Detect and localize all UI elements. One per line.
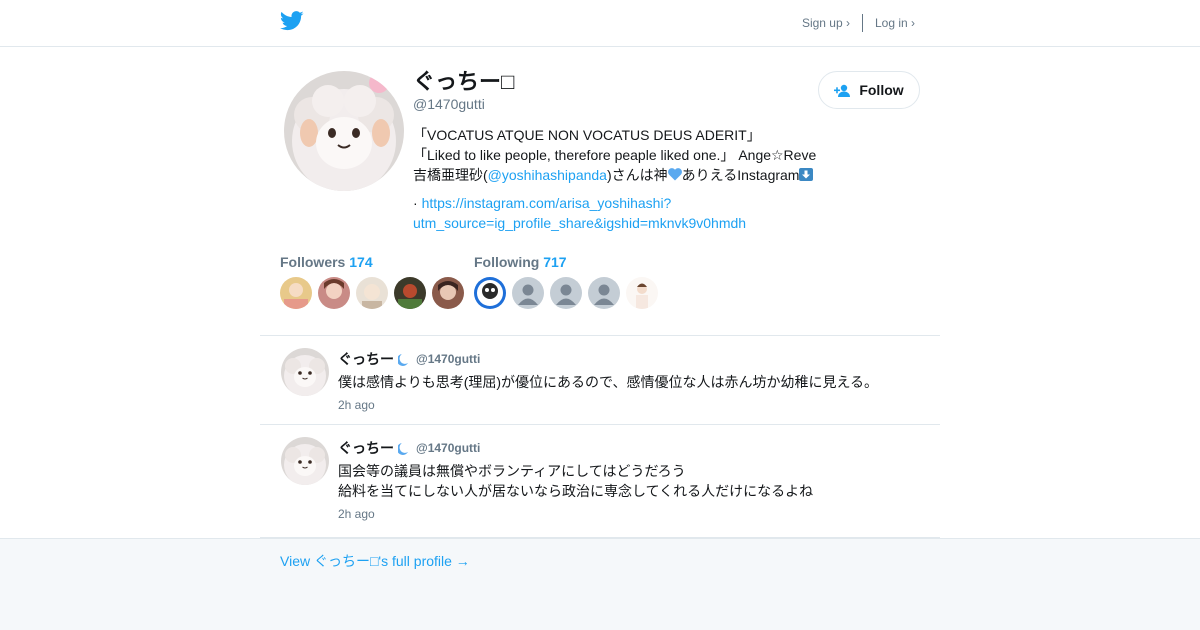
- tweet-author-name[interactable]: ぐっちー: [338, 438, 394, 458]
- tweet-author-name[interactable]: ぐっちー: [338, 349, 394, 369]
- profile-bio: 「VOCATUS ATQUE NON VOCATUS DEUS ADERIT」 …: [413, 125, 833, 233]
- followers-count[interactable]: Followers 174: [280, 254, 464, 270]
- tweet-author-handle[interactable]: @1470gutti: [416, 352, 480, 366]
- follow-button[interactable]: Follow: [818, 71, 920, 109]
- moon-icon: [398, 353, 408, 366]
- auth-links: Sign up › Log in ›: [802, 14, 915, 32]
- divider: [861, 14, 863, 32]
- down-arrow-icon: [799, 168, 814, 181]
- tweet-header: ぐっちー @1470gutti: [338, 349, 480, 369]
- tweet-text: 国会等の議員は無償やボランティアにしてはどうだろう 給料を当てにしない人が居ない…: [338, 463, 814, 499]
- followers-avatars: [280, 277, 464, 309]
- bio-line: 「VOCATUS ATQUE NON VOCATUS DEUS ADERIT」: [413, 127, 761, 143]
- tweet-timestamp[interactable]: 2h ago: [338, 507, 375, 521]
- name-block: ぐっちー□ @1470gutti: [413, 69, 515, 113]
- following-group: Following 717: [474, 254, 658, 309]
- profile-handle: @1470gutti: [413, 96, 485, 112]
- tweet-avatar[interactable]: [281, 437, 329, 485]
- following-avatar[interactable]: [474, 277, 506, 309]
- profile-avatar[interactable]: [284, 71, 404, 191]
- display-name: ぐっちー□: [413, 69, 515, 94]
- following-count[interactable]: Following 717: [474, 254, 658, 270]
- add-user-icon: [834, 84, 851, 97]
- follower-avatar[interactable]: [318, 277, 350, 309]
- tweet-item[interactable]: ぐっちー @1470gutti 国会等の議員は無償やボランティアにしてはどうだろ…: [260, 425, 940, 538]
- tweet-text: 僕は感情よりも思考(理屈)が優位にあるので、感情優位な人は赤ん坊か幼稚に見える。: [338, 374, 879, 390]
- bio-line: 「Liked to like people, therefore peaple …: [413, 147, 817, 163]
- top-bar: Sign up › Log in ›: [0, 0, 1200, 47]
- bio-line: 吉橋亜理砂(@yoshihashipanda)さんは神 ありえるInstagram: [413, 165, 833, 185]
- tweet-item[interactable]: ぐっちー @1470gutti 僕は感情よりも思考(理屈)が優位にあるので、感情…: [260, 336, 940, 425]
- tweet-timestamp[interactable]: 2h ago: [338, 398, 375, 412]
- login-link[interactable]: Log in ›: [875, 16, 915, 30]
- instagram-link-cont[interactable]: utm_source=ig_profile_share&igshid=mknvk…: [413, 215, 746, 231]
- blue-heart-icon: [667, 168, 682, 181]
- tweet-header: ぐっちー @1470gutti: [338, 438, 480, 458]
- full-profile-link[interactable]: View ぐっちー□'s full profile →: [280, 551, 470, 571]
- default-profile-icon[interactable]: [550, 277, 582, 309]
- signup-link[interactable]: Sign up ›: [802, 16, 850, 30]
- instagram-link[interactable]: https://instagram.com/arisa_yoshihashi?: [422, 195, 672, 211]
- follower-avatar[interactable]: [356, 277, 388, 309]
- tweet-author-handle[interactable]: @1470gutti: [416, 441, 480, 455]
- default-profile-icon[interactable]: [588, 277, 620, 309]
- following-avatars: [474, 277, 658, 309]
- moon-icon: [398, 442, 408, 455]
- bio-mention-link[interactable]: @yoshihashipanda: [488, 167, 607, 183]
- follow-label: Follow: [859, 82, 904, 98]
- following-avatar[interactable]: [626, 277, 658, 309]
- follower-avatar[interactable]: [432, 277, 464, 309]
- profile-footer: View ぐっちー□'s full profile →: [0, 538, 1200, 630]
- follower-avatar[interactable]: [280, 277, 312, 309]
- followers-group: Followers 174: [280, 254, 464, 309]
- twitter-bird-icon[interactable]: [280, 11, 304, 31]
- tweet-list: ぐっちー @1470gutti 僕は感情よりも思考(理屈)が優位にあるので、感情…: [260, 335, 940, 538]
- bio-link-row: · https://instagram.com/arisa_yoshihashi…: [413, 195, 747, 231]
- follower-avatar[interactable]: [394, 277, 426, 309]
- tweet-avatar[interactable]: [281, 348, 329, 396]
- default-profile-icon[interactable]: [512, 277, 544, 309]
